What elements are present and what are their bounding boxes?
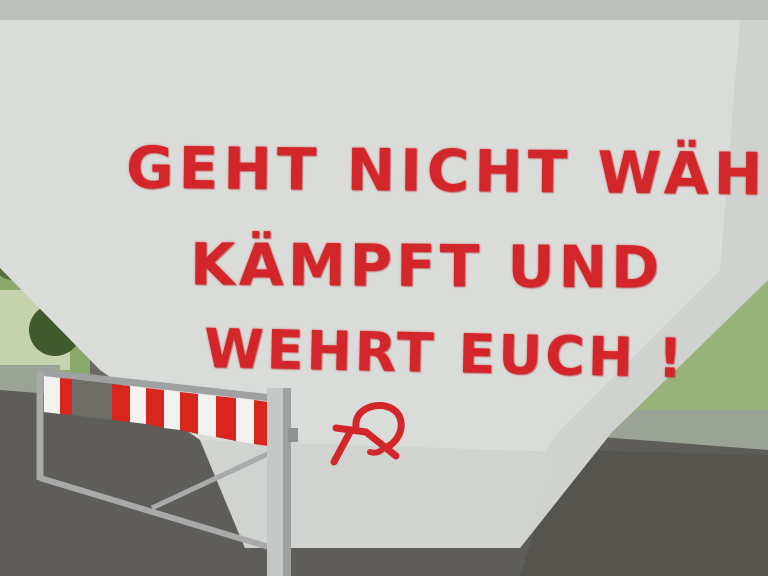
- graffiti-line-1: GEHT NICHT WÄHLEN !: [125, 133, 768, 211]
- graffiti-line-3: WEHRT EUCH !: [203, 316, 687, 391]
- graffiti-line-2: KÄMPFT UND: [189, 230, 664, 302]
- hammer-and-sickle-icon: [330, 402, 405, 466]
- graffiti: GEHT NICHT WÄHLEN ! KÄMPFT UND WEHRT EUC…: [0, 0, 768, 576]
